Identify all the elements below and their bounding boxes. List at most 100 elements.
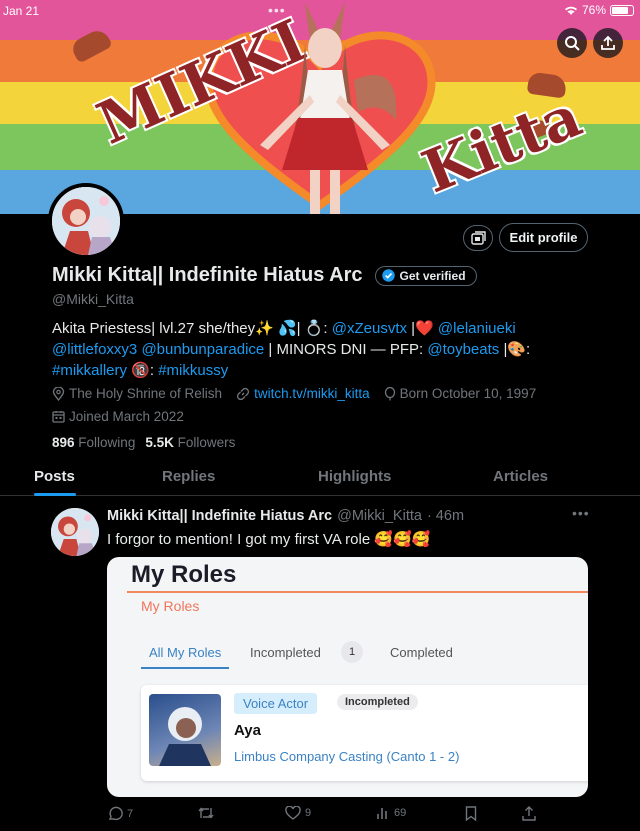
- post-actions: 7 9 69: [107, 806, 547, 826]
- cat-sticker: [69, 26, 113, 64]
- get-verified-label: Get verified: [399, 268, 466, 283]
- views-button[interactable]: 69: [376, 806, 406, 820]
- post-text: I forgor to mention! I got my first VA r…: [107, 531, 431, 548]
- followers-count: 5.5K: [145, 435, 174, 450]
- bio-line-2: @littlefoxxy3 @bunbunparadice | MINORS D…: [52, 339, 592, 360]
- media-divider: [127, 591, 588, 593]
- profile-bio: Akita Priestess| lvl.27 she/they✨ 💦| 💍: …: [52, 318, 592, 381]
- bio-mention-link[interactable]: @bunbunparadice: [141, 341, 264, 358]
- website-item[interactable]: twitch.tv/mikki_kitta: [236, 386, 370, 401]
- like-button[interactable]: 9: [285, 806, 311, 820]
- post-author-name[interactable]: Mikki Kitta|| Indefinite Hiatus Arc: [107, 508, 332, 524]
- subscriptions-icon: [470, 231, 486, 245]
- battery-percent: 76%: [581, 3, 606, 17]
- joined-item: Joined March 2022: [52, 409, 184, 424]
- bio-text: |❤️: [407, 320, 438, 337]
- media-subtitle: My Roles: [141, 598, 200, 614]
- followers-link[interactable]: 5.5K Followers: [145, 435, 235, 450]
- location-text: The Holy Shrine of Relish: [69, 386, 223, 401]
- role-thumbnail: [149, 694, 221, 766]
- media-tab-incompleted: Incompleted: [250, 645, 321, 660]
- bio-line-1: Akita Priestess| lvl.27 she/they✨ 💦| 💍: …: [52, 318, 592, 339]
- avatar-image: [52, 187, 120, 255]
- joined-row: Joined March 2022: [52, 409, 184, 424]
- following-label: Following: [78, 435, 136, 450]
- heart-icon: [285, 806, 301, 820]
- avatar-image: [51, 508, 99, 556]
- joined-text: Joined March 2022: [69, 409, 184, 424]
- tab-highlights[interactable]: Highlights: [318, 468, 391, 485]
- bio-text: |🎨:: [499, 341, 531, 358]
- website-link[interactable]: twitch.tv/mikki_kitta: [254, 386, 370, 401]
- media-incompleted-count: 1: [341, 641, 363, 663]
- multitask-dots-icon[interactable]: •••: [268, 2, 286, 18]
- profile-tabs: Posts Replies Highlights Articles: [0, 460, 640, 496]
- post-avatar[interactable]: [51, 508, 99, 556]
- balloon-icon: [384, 386, 396, 401]
- casting-name: Limbus Company Casting (Canto 1 - 2): [234, 749, 460, 764]
- profile-handle: @Mikki_Kitta: [52, 291, 134, 307]
- bookmark-icon: [465, 806, 477, 821]
- bar-chart-icon: [376, 806, 390, 820]
- profile-avatar[interactable]: [48, 183, 124, 259]
- share-icon: [600, 35, 616, 51]
- role-name: Aya: [234, 722, 261, 739]
- reply-button[interactable]: 7: [107, 806, 133, 822]
- search-button[interactable]: [557, 28, 587, 58]
- status-badge: Incompleted: [337, 694, 418, 710]
- bookmark-button[interactable]: [465, 806, 477, 821]
- birthday-item: Born October 10, 1997: [384, 386, 537, 401]
- location-pin-icon: [52, 386, 65, 401]
- calendar-icon: [52, 410, 65, 423]
- share-button[interactable]: [593, 28, 623, 58]
- post-timestamp[interactable]: · 46m: [427, 508, 464, 524]
- bio-hashtag-link[interactable]: #mikkallery: [52, 362, 127, 379]
- name-row: Mikki Kitta|| Indefinite Hiatus Arc Get …: [52, 264, 477, 287]
- display-name: Mikki Kitta|| Indefinite Hiatus Arc: [52, 264, 363, 286]
- status-bar: Jan 21 ••• 76%: [0, 0, 640, 22]
- views-count: 69: [394, 807, 407, 819]
- status-right: 76%: [564, 3, 634, 17]
- bio-mention-link[interactable]: @toybeats: [427, 341, 499, 358]
- edit-profile-button[interactable]: Edit profile: [499, 223, 588, 252]
- birthday-text: Born October 10, 1997: [399, 386, 537, 401]
- followers-label: Followers: [177, 435, 236, 450]
- search-icon: [564, 35, 580, 51]
- bio-mention-link[interactable]: @xZeusvtx: [332, 320, 407, 337]
- media-title: My Roles: [131, 561, 237, 588]
- verified-badge-icon: [381, 269, 395, 282]
- post-author-handle[interactable]: @Mikki_Kitta: [337, 508, 422, 524]
- bio-mention-link[interactable]: @lelaniueki: [438, 320, 516, 337]
- bio-text: Akita Priestess| lvl.27 she/they✨ 💦| 💍:: [52, 320, 332, 337]
- bio-text: 🔞:: [127, 362, 159, 379]
- follow-counts: 896 Following 5.5K Followers: [52, 435, 235, 450]
- bio-text: | MINORS DNI — PFP:: [264, 341, 428, 358]
- active-tab-indicator: [34, 493, 76, 496]
- repost-button[interactable]: [197, 806, 219, 820]
- tab-replies[interactable]: Replies: [162, 468, 215, 485]
- post-header: Mikki Kitta|| Indefinite Hiatus Arc @Mik…: [107, 508, 577, 524]
- like-count: 9: [305, 807, 312, 819]
- tab-posts[interactable]: Posts: [34, 468, 75, 485]
- media-tab-all: All My Roles: [149, 645, 222, 660]
- subscriptions-button[interactable]: [463, 225, 493, 251]
- bio-hashtag-link[interactable]: #mikkussy: [158, 362, 228, 379]
- battery-icon: [610, 4, 634, 16]
- share-icon: [522, 806, 536, 821]
- reply-count: 7: [127, 808, 134, 820]
- following-link[interactable]: 896 Following: [52, 435, 135, 450]
- media-role-card: Voice Actor Incompleted Aya Limbus Compa…: [141, 685, 588, 781]
- link-icon: [236, 387, 250, 401]
- get-verified-button[interactable]: Get verified: [374, 265, 477, 286]
- role-badge: Voice Actor: [234, 693, 318, 714]
- reply-icon: [107, 806, 123, 822]
- wifi-icon: [564, 5, 578, 16]
- profile-banner[interactable]: MIKKI Kitta: [0, 0, 640, 214]
- bio-mention-link[interactable]: @littlefoxxy3: [52, 341, 137, 358]
- more-options-icon[interactable]: •••: [572, 505, 590, 521]
- location-item: The Holy Shrine of Relish: [52, 386, 222, 401]
- share-post-button[interactable]: [522, 806, 536, 821]
- profile-meta-row: The Holy Shrine of Relish twitch.tv/mikk…: [52, 386, 536, 401]
- post-media-image[interactable]: My Roles My Roles All My Roles Incomplet…: [107, 557, 588, 797]
- tab-articles[interactable]: Articles: [493, 468, 548, 485]
